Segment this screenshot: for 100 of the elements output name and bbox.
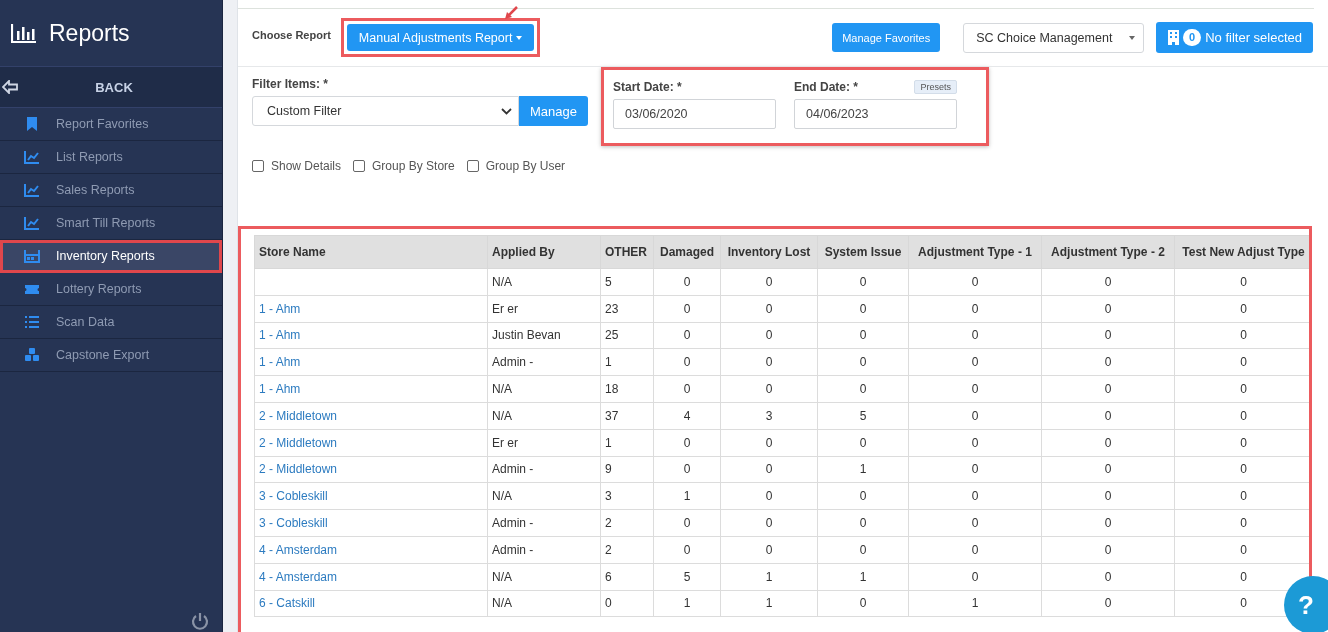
- table-cell: 0: [1240, 596, 1247, 611]
- table-cell: 1: [765, 596, 773, 611]
- column-header: Adjustment Type - 1: [908, 235, 1042, 269]
- table-cell: 0: [1104, 489, 1112, 504]
- table-cell: 0: [971, 516, 979, 531]
- store-link[interactable]: 1 - Ahm: [259, 355, 301, 370]
- table-cell: 0: [683, 462, 691, 477]
- table-cell: 37: [605, 408, 619, 423]
- presets-button[interactable]: Presets: [914, 80, 957, 94]
- table-cell: 0: [765, 435, 773, 450]
- store-link[interactable]: 4 - Amsterdam: [259, 569, 338, 584]
- sidebar-item[interactable]: Scan Data: [0, 306, 222, 339]
- table-cell: 5: [683, 569, 691, 584]
- back-button[interactable]: BACK: [0, 66, 222, 108]
- table-cell: 0: [1240, 274, 1247, 289]
- chart-icon: [24, 182, 40, 198]
- table-cell: 0: [1240, 569, 1247, 584]
- sidebar-item[interactable]: Sales Reports: [0, 174, 222, 207]
- table-cell: 6: [605, 569, 612, 584]
- table-cell: 0: [1240, 301, 1247, 316]
- table-cell: N/A: [492, 569, 512, 584]
- table-cell: 3: [765, 408, 773, 423]
- table-cell: 0: [971, 274, 979, 289]
- table-cell: Admin -: [492, 542, 534, 557]
- table-cell: 0: [859, 489, 867, 504]
- table-cell: 0: [765, 516, 773, 531]
- table-cell: 0: [765, 328, 773, 343]
- manage-button[interactable]: Manage: [519, 96, 588, 126]
- column-header: System Issue: [817, 235, 909, 269]
- table-cell: 0: [1240, 355, 1247, 370]
- bookmark-icon: [24, 116, 40, 132]
- table-cell: 0: [1240, 408, 1247, 423]
- sidebar-item[interactable]: Report Favorites: [0, 108, 222, 141]
- store-link[interactable]: 3 - Cobleskill: [259, 489, 328, 504]
- store-link[interactable]: 2 - Middletown: [259, 408, 338, 423]
- table-cell: 0: [971, 355, 979, 370]
- table-cell: 0: [765, 301, 773, 316]
- store-link[interactable]: 1 - Ahm: [259, 301, 301, 316]
- table-cell: 18: [605, 382, 619, 397]
- table-cell: 0: [1240, 462, 1247, 477]
- report-dropdown-button[interactable]: Manual Adjustments Report: [346, 24, 535, 51]
- store-link[interactable]: 1 - Ahm: [259, 382, 301, 397]
- table-cell: 0: [971, 569, 979, 584]
- table-cell: N/A: [492, 382, 512, 397]
- left-arrow-icon: [2, 80, 18, 94]
- annotation-arrow: [504, 6, 518, 20]
- end-date-field[interactable]: 04/06/2023: [794, 99, 957, 129]
- table-cell: 0: [683, 516, 691, 531]
- power-icon[interactable]: [191, 612, 209, 630]
- table-cell: 0: [971, 301, 979, 316]
- store-link[interactable]: 2 - Middletown: [259, 435, 338, 450]
- table-cell: 0: [1240, 516, 1247, 531]
- table-cell: 4: [683, 408, 691, 423]
- column-header: Adjustment Type - 2: [1041, 235, 1175, 269]
- table-cell: 1: [683, 489, 691, 504]
- table-cell: 0: [859, 596, 867, 611]
- table-cell: 3: [605, 489, 612, 504]
- table-cell: 2: [605, 542, 612, 557]
- store-link[interactable]: 2 - Middletown: [259, 462, 338, 477]
- table-cell: 0: [765, 542, 773, 557]
- store-link[interactable]: 6 - Catskill: [259, 596, 315, 611]
- store-filter-button[interactable]: 0 No filter selected: [1156, 22, 1313, 53]
- table-cell: 0: [683, 542, 691, 557]
- manage-favorites-button[interactable]: Manage Favorites: [832, 23, 941, 52]
- table-cell: 0: [1104, 274, 1112, 289]
- column-header: Store Name: [254, 235, 488, 269]
- table-cell: 0: [859, 382, 867, 397]
- caret-icon: [516, 35, 523, 40]
- company-select[interactable]: SC Choice Management: [963, 22, 1145, 53]
- filter-items-label: Filter Items: *: [252, 77, 330, 91]
- table-cell: Er er: [492, 435, 518, 450]
- table-cell: 1: [683, 596, 691, 611]
- grid-icon: [24, 248, 40, 264]
- table-cell: 2: [605, 516, 612, 531]
- sidebar-item[interactable]: List Reports: [0, 141, 222, 174]
- table-cell: 0: [1104, 382, 1112, 397]
- table-cell: 0: [971, 542, 979, 557]
- filter-select[interactable]: Custom Filter: [252, 96, 519, 126]
- sidebar-item[interactable]: Inventory Reports: [0, 240, 222, 273]
- chevron-down-icon: [501, 107, 512, 115]
- building-icon: [1168, 30, 1180, 45]
- table-cell: 0: [971, 462, 979, 477]
- checkbox[interactable]: [466, 160, 479, 172]
- end-date-label: End Date: *: [794, 80, 858, 94]
- table-cell: 0: [1104, 516, 1112, 531]
- store-link[interactable]: 3 - Cobleskill: [259, 516, 328, 531]
- start-date-field[interactable]: 03/06/2020: [613, 99, 776, 129]
- checkbox[interactable]: [252, 160, 264, 172]
- bar-chart-icon: [11, 23, 37, 43]
- table-cell: 0: [1104, 328, 1112, 343]
- sidebar-item[interactable]: Capstone Export: [0, 339, 222, 372]
- list-icon: [24, 314, 40, 330]
- store-link[interactable]: 1 - Ahm: [259, 328, 301, 343]
- checkbox[interactable]: [353, 160, 366, 172]
- store-link[interactable]: 4 - Amsterdam: [259, 542, 338, 557]
- table-cell: 0: [765, 355, 773, 370]
- sidebar-item[interactable]: Lottery Reports: [0, 273, 222, 306]
- table-cell: 0: [683, 435, 691, 450]
- checkbox-label: Show Details: [271, 159, 342, 173]
- table-cell: 0: [971, 435, 979, 450]
